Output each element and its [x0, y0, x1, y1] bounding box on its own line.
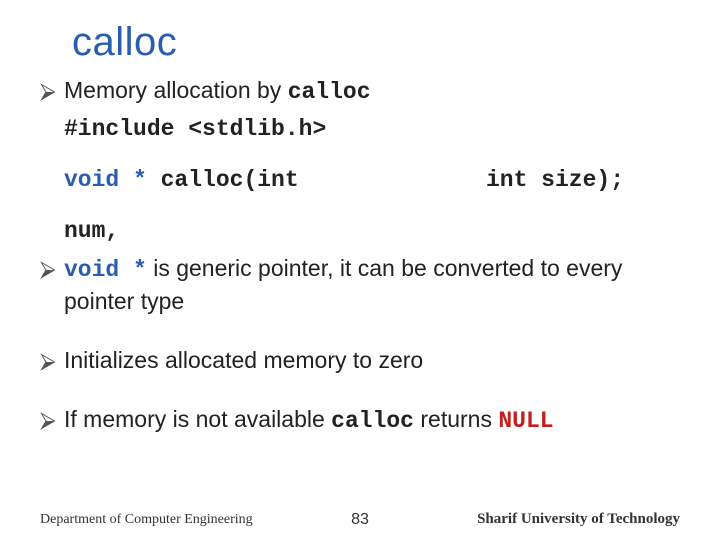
bullet-icon: ⮚: [40, 404, 64, 435]
bullet-icon: ⮚: [40, 253, 64, 284]
prototype: void * calloc(int int size);: [64, 165, 624, 196]
num-line: num,: [64, 216, 119, 247]
proto-left: void * calloc(int: [64, 165, 299, 196]
bullet-icon: ⮚: [40, 75, 64, 106]
num-row: num,: [40, 216, 680, 247]
text: If memory is not available: [64, 406, 331, 432]
footer-left: Department of Computer Engineering: [40, 512, 253, 528]
spacer: [40, 114, 64, 116]
include-line: #include <stdlib.h>: [64, 114, 326, 145]
text: Initializes allocated memory to zero: [64, 345, 423, 376]
bullet-row-2: ⮚ void * is generic pointer, it can be c…: [40, 253, 680, 317]
text: returns: [414, 406, 498, 432]
bullet-row-1: ⮚ Memory allocation by calloc: [40, 75, 680, 108]
slide-title: calloc: [72, 20, 680, 65]
spacer: [40, 165, 64, 167]
null-kw: NULL: [498, 408, 553, 434]
code: calloc: [331, 408, 414, 434]
bullet-content: If memory is not available calloc return…: [64, 404, 554, 437]
void-kw: void *: [64, 167, 147, 193]
bullet-row-3: ⮚ Initializes allocated memory to zero: [40, 345, 680, 376]
footer: Department of Computer Engineering 83 Sh…: [0, 511, 720, 528]
proto-mid: calloc(int: [147, 167, 299, 193]
include-row: #include <stdlib.h>: [40, 114, 680, 145]
proto-right: int size);: [486, 165, 624, 196]
bullet-row-4: ⮚ If memory is not available calloc retu…: [40, 404, 680, 437]
text: is generic pointer, it can be converted …: [64, 255, 622, 314]
bullet-icon: ⮚: [40, 345, 64, 376]
code: void *: [64, 257, 147, 283]
footer-right: Sharif University of Technology: [477, 511, 680, 528]
page-number: 83: [351, 511, 369, 529]
prototype-row: void * calloc(int int size);: [40, 165, 680, 196]
code: calloc: [288, 79, 371, 105]
slide: calloc ⮚ Memory allocation by calloc #in…: [0, 0, 720, 540]
bullet-content: void * is generic pointer, it can be con…: [64, 253, 680, 317]
spacer: [40, 216, 64, 218]
text: Memory allocation by: [64, 77, 288, 103]
bullet-content: Memory allocation by calloc: [64, 75, 371, 108]
